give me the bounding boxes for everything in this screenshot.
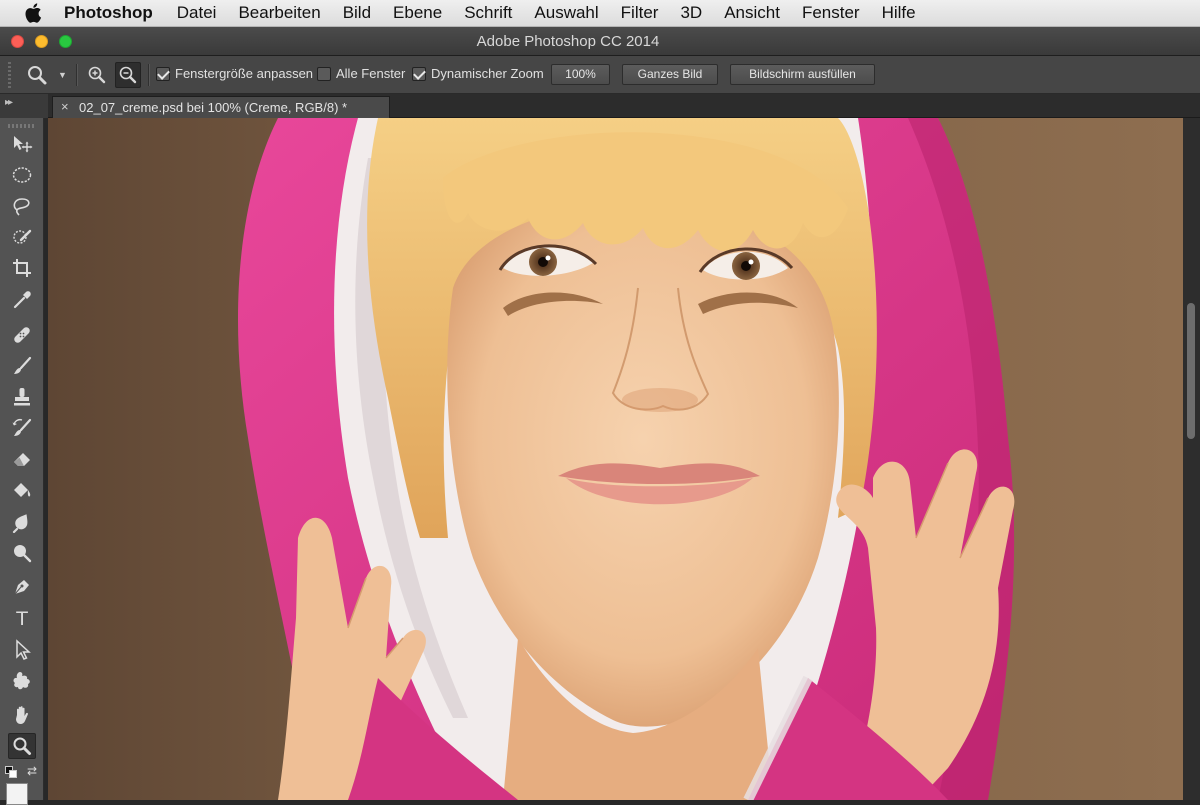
menu-bild[interactable]: Bild <box>343 3 371 23</box>
brush-tool-icon[interactable] <box>8 353 36 379</box>
custom-shape-tool-icon[interactable] <box>8 668 36 694</box>
marquee-tool-icon[interactable] <box>8 162 36 188</box>
options-divider <box>76 64 78 86</box>
hand-tool-icon[interactable] <box>8 702 36 728</box>
fit-window-label: Fenstergröße anpassen <box>175 66 314 81</box>
menu-bar: Photoshop Datei Bearbeiten Bild Ebene Sc… <box>0 0 1200 27</box>
paint-bucket-tool-icon[interactable] <box>8 478 36 504</box>
menu-schrift[interactable]: Schrift <box>464 3 512 23</box>
fill-screen-button[interactable]: Bildschirm ausfüllen <box>730 64 875 85</box>
menu-3d[interactable]: 3D <box>680 3 702 23</box>
apple-menu-icon[interactable] <box>24 3 44 23</box>
window-title: Adobe Photoshop CC 2014 <box>476 33 660 50</box>
scrollbar-thumb[interactable] <box>1187 303 1195 439</box>
history-brush-tool-icon[interactable] <box>8 415 36 441</box>
all-windows-checkbox[interactable] <box>317 67 331 81</box>
options-bar-grip[interactable] <box>8 62 11 88</box>
eraser-tool-icon[interactable] <box>8 446 36 472</box>
window-title-bar: Adobe Photoshop CC 2014 <box>0 27 1200 56</box>
tool-preset-zoom-icon[interactable] <box>24 62 50 88</box>
quick-selection-tool-icon[interactable] <box>8 224 36 250</box>
tab-close-icon[interactable]: × <box>61 99 69 114</box>
menu-bearbeiten[interactable]: Bearbeiten <box>238 3 320 23</box>
document-tab-title: 02_07_creme.psd bei 100% (Creme, RGB/8) … <box>79 100 348 115</box>
default-colors-icon[interactable] <box>5 765 17 778</box>
menu-auswahl[interactable]: Auswahl <box>534 3 598 23</box>
lasso-tool-icon[interactable] <box>8 193 36 219</box>
window-zoom-button[interactable] <box>59 35 72 48</box>
scrubby-zoom-label: Dynamischer Zoom <box>431 66 544 81</box>
foreground-color-swatch[interactable] <box>6 783 28 805</box>
scrubby-zoom-checkbox[interactable] <box>412 67 426 81</box>
menu-ansicht[interactable]: Ansicht <box>724 3 780 23</box>
type-tool-glyph: T <box>16 608 28 630</box>
menu-ebene[interactable]: Ebene <box>393 3 442 23</box>
type-tool-icon[interactable]: T <box>8 606 36 632</box>
zoom-100-button[interactable]: 100% <box>551 64 610 85</box>
vertical-scrollbar[interactable] <box>1183 118 1200 800</box>
clone-stamp-tool-icon[interactable] <box>8 384 36 410</box>
canvas-photo <box>48 118 1183 800</box>
pen-tool-icon[interactable] <box>8 574 36 600</box>
fit-window-checkbox[interactable] <box>156 67 170 81</box>
zoom-tool-icon[interactable] <box>8 733 36 759</box>
crop-tool-icon[interactable] <box>8 255 36 281</box>
eyedropper-tool-icon[interactable] <box>8 287 36 313</box>
window-close-button[interactable] <box>11 35 24 48</box>
expand-panels-icon[interactable]: ▸▸ <box>5 97 13 108</box>
fit-screen-button[interactable]: Ganzes Bild <box>622 64 718 85</box>
menu-hilfe[interactable]: Hilfe <box>882 3 916 23</box>
menu-app-photoshop[interactable]: Photoshop <box>64 3 153 23</box>
toolbox-grip[interactable] <box>8 124 36 128</box>
all-windows-label: Alle Fenster <box>336 66 406 81</box>
document-canvas[interactable] <box>48 118 1183 800</box>
move-tool-icon[interactable] <box>8 131 36 157</box>
menu-datei[interactable]: Datei <box>177 3 217 23</box>
menu-filter[interactable]: Filter <box>621 3 659 23</box>
swap-colors-icon[interactable]: ⇄ <box>27 764 37 778</box>
blur-tool-icon[interactable] <box>8 509 36 535</box>
path-selection-tool-icon[interactable] <box>8 637 36 663</box>
zoom-in-icon[interactable] <box>84 62 110 88</box>
menu-fenster[interactable]: Fenster <box>802 3 860 23</box>
zoom-out-icon[interactable] <box>115 62 141 88</box>
healing-brush-tool-icon[interactable] <box>8 322 36 348</box>
options-bar: ▼ Fenstergröße anpassen Alle Fenster Dyn… <box>0 56 1200 94</box>
tool-preset-chevron-down-icon[interactable]: ▼ <box>58 70 67 80</box>
document-tab[interactable]: × 02_07_creme.psd bei 100% (Creme, RGB/8… <box>52 96 390 118</box>
options-divider <box>148 64 150 86</box>
window-minimize-button[interactable] <box>35 35 48 48</box>
dodge-tool-icon[interactable] <box>8 540 36 566</box>
